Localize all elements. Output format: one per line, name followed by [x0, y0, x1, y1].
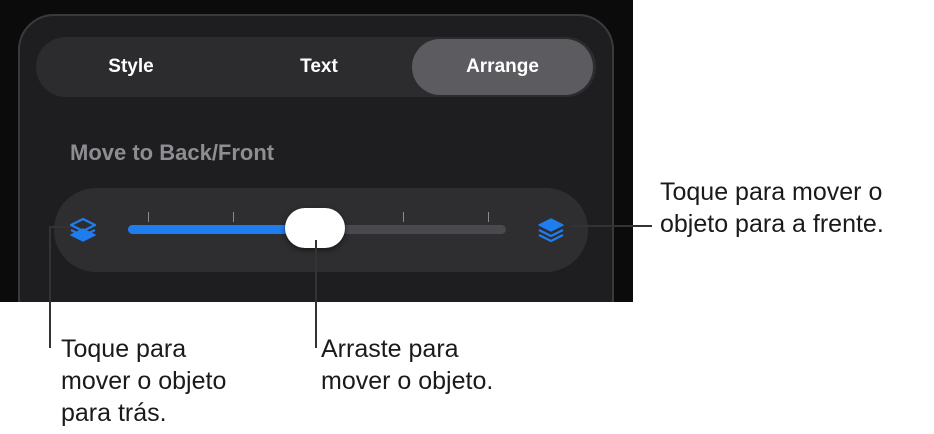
callout-front-line: Toque para mover o [660, 178, 883, 206]
callout-back-line: para trás. [61, 399, 167, 427]
layers-front-icon[interactable] [536, 216, 566, 246]
slider-tick [148, 212, 149, 222]
callout-drag: Arraste para mover o objeto. [321, 333, 493, 397]
tab-arrange[interactable]: Arrange [412, 39, 593, 95]
callout-drag-line: mover o objeto. [321, 367, 494, 395]
callout-line-back [49, 226, 51, 348]
section-title: Move to Back/Front [70, 140, 275, 165]
annotated-screenshot: Style Text Arrange Move to Back/Front To… [0, 0, 934, 434]
callout-back: Toque para mover o objeto para trás. [61, 333, 226, 429]
slider-tick [403, 212, 404, 222]
layers-back-icon[interactable] [68, 216, 98, 246]
callout-front: Toque para mover o objeto para a frente. [660, 176, 884, 240]
callout-drag-line: Arraste para [321, 335, 459, 363]
format-tabs: Style Text Arrange [36, 37, 596, 97]
callout-back-line: Toque para [61, 335, 187, 363]
callout-line-drag [315, 240, 317, 348]
tab-style[interactable]: Style [36, 37, 226, 97]
callout-line-front [572, 225, 652, 227]
slider-tick [488, 212, 489, 222]
callout-front-line: objeto para a frente. [660, 210, 884, 238]
callout-line-back [49, 226, 71, 228]
slider-tick [233, 212, 234, 222]
callout-back-line: mover o objeto [61, 367, 227, 395]
move-back-front-slider [54, 188, 588, 272]
tab-text[interactable]: Text [226, 37, 412, 97]
